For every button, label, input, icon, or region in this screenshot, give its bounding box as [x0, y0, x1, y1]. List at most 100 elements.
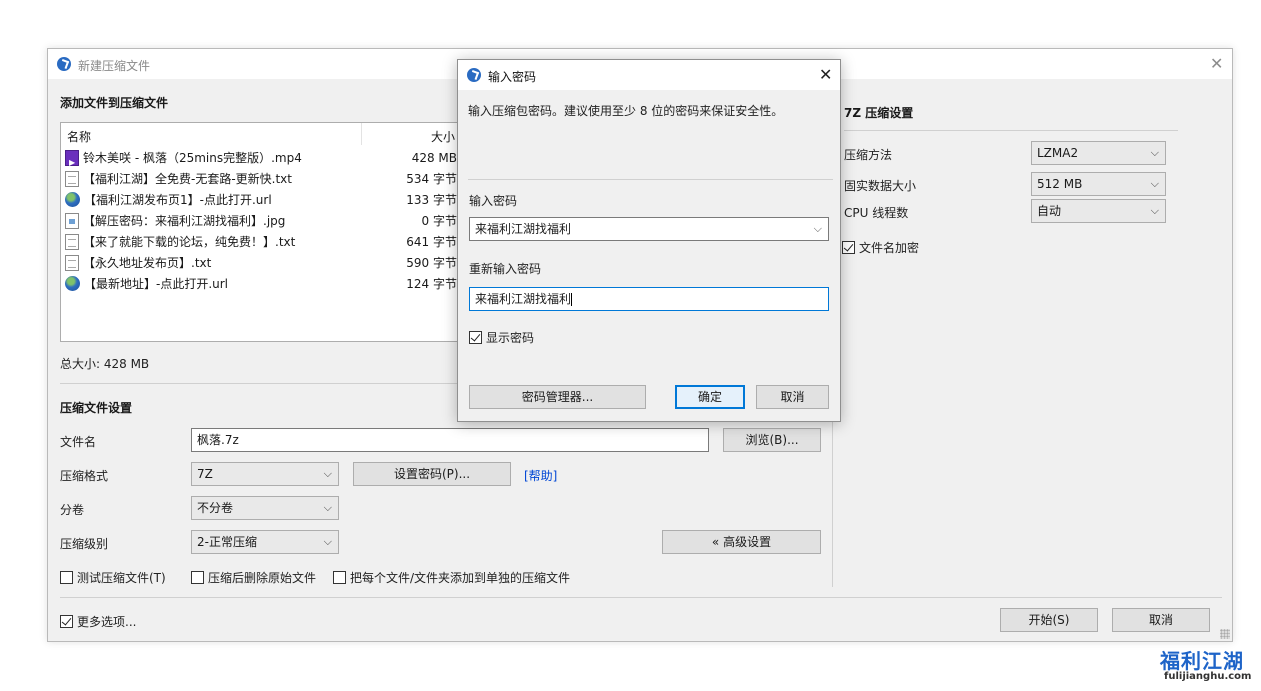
start-button[interactable]: 开始(S) [1000, 608, 1098, 632]
test-archive-label: 测试压缩文件(T) [77, 571, 166, 585]
divider [60, 597, 1222, 598]
main-window-title: 新建压缩文件 [78, 59, 151, 73]
more-options-label: 更多选项... [77, 615, 137, 629]
reenter-password-input[interactable]: 来福利江湖找福利 [469, 287, 829, 311]
method-select[interactable]: LZMA2 ⌵ [1031, 141, 1166, 165]
watermark-logo: 福利江湖 [1160, 645, 1244, 674]
delete-after-option[interactable]: 压缩后删除原始文件 [191, 569, 316, 586]
split-label: 分卷 [60, 503, 85, 517]
chevron-down-icon: ⌵ [323, 501, 332, 514]
filename-label: 文件名 [60, 435, 97, 449]
file-size: 124 字节 [406, 277, 457, 291]
reenter-password-label: 重新输入密码 [469, 262, 542, 276]
password-label: 输入密码 [469, 194, 518, 208]
filename-input[interactable]: 枫落.7z [191, 428, 709, 452]
text-file-icon [65, 254, 79, 271]
text-cursor [571, 293, 573, 306]
file-size: 133 字节 [406, 193, 457, 207]
password-manager-button[interactable]: 密码管理器... [469, 385, 646, 409]
chevron-down-icon: ⌵ [323, 535, 332, 548]
file-name: 【解压密码：来福利江湖找福利】.jpg [83, 214, 286, 228]
close-icon[interactable]: ✕ [1210, 56, 1223, 72]
list-item[interactable]: 【福利江湖】全免费-无套路-更新快.txt 534 字节 [65, 169, 457, 190]
delete-after-checkbox[interactable] [191, 571, 204, 584]
file-name: 【福利江湖】全免费-无套路-更新快.txt [83, 172, 292, 186]
password-input[interactable]: 来福利江湖找福利 ⌵ [469, 217, 829, 241]
test-archive-checkbox[interactable] [60, 571, 73, 584]
file-name: 【福利江湖发布页1】-点此打开.url [84, 193, 272, 207]
test-archive-option[interactable]: 测试压缩文件(T) [60, 569, 166, 586]
split-value: 不分卷 [197, 501, 234, 515]
url-file-icon [65, 276, 80, 291]
file-name: 【永久地址发布页】.txt [83, 256, 212, 270]
list-item[interactable]: 【永久地址发布页】.txt 590 字节 [65, 253, 457, 274]
url-file-icon [65, 192, 80, 207]
dialog-cancel-button[interactable]: 取消 [756, 385, 829, 409]
method-value: LZMA2 [1037, 146, 1079, 160]
chevron-down-icon: ⌵ [1150, 204, 1159, 217]
list-item[interactable]: 【福利江湖发布页1】-点此打开.url 133 字节 [65, 190, 457, 211]
chevron-down-icon: ⌵ [323, 467, 332, 480]
list-item[interactable]: 铃木美咲 - 枫落（25mins完整版）.mp4 428 MB [65, 148, 457, 173]
show-password-label: 显示密码 [486, 331, 535, 345]
show-password-checkbox[interactable] [469, 331, 482, 344]
column-header-name[interactable]: 名称 [67, 128, 91, 145]
encrypt-names-option[interactable]: 文件名加密 [842, 239, 919, 256]
help-link[interactable]: [帮助] [524, 467, 557, 484]
browse-button[interactable]: 浏览(B)... [723, 428, 821, 452]
more-options-option[interactable]: 更多选项... [60, 613, 136, 630]
split-select[interactable]: 不分卷 ⌵ [191, 496, 339, 520]
solid-size-value: 512 MB [1037, 177, 1083, 191]
threads-select[interactable]: 自动 ⌵ [1031, 199, 1166, 223]
sevenz-settings-title: 7Z 压缩设置 [844, 106, 914, 120]
solid-size-label: 固实数据大小 [844, 179, 917, 193]
format-select[interactable]: 7Z ⌵ [191, 462, 339, 486]
file-size: 428 MB [411, 151, 457, 165]
method-label: 压缩方法 [844, 148, 893, 162]
image-file-icon [65, 212, 79, 229]
advanced-settings-button[interactable]: « 高级设置 [662, 530, 821, 554]
total-size: 总大小: 428 MB [60, 357, 150, 371]
more-options-checkbox[interactable] [60, 615, 73, 628]
text-file-icon [65, 170, 79, 187]
list-item[interactable]: 【来了就能下载的论坛，纯免费！】.txt 641 字节 [65, 232, 457, 253]
encrypt-names-label: 文件名加密 [859, 241, 920, 255]
file-size: 641 字节 [406, 235, 457, 249]
divider [844, 130, 1178, 131]
threads-label: CPU 线程数 [844, 206, 909, 220]
list-item[interactable]: 【最新地址】-点此打开.url 124 字节 [65, 274, 457, 295]
watermark-logo-text: 福利江湖 [1160, 649, 1244, 673]
separate-archives-label: 把每个文件/文件夹添加到单独的压缩文件 [350, 571, 571, 585]
watermark-domain: fulijianghu.com [1164, 671, 1252, 682]
chevron-down-icon[interactable]: ⌵ [814, 218, 822, 240]
resize-grip-icon[interactable] [1220, 629, 1230, 639]
level-select[interactable]: 2-正常压缩 ⌵ [191, 530, 339, 554]
cancel-button[interactable]: 取消 [1112, 608, 1210, 632]
dialog-titlebar: 输入密码 ✕ [458, 60, 840, 90]
set-password-button[interactable]: 设置密码(P)... [353, 462, 511, 486]
file-size: 590 字节 [406, 256, 457, 270]
reenter-password-value: 来福利江湖找福利 [475, 292, 572, 306]
chevron-down-icon: ⌵ [1150, 146, 1159, 159]
close-icon[interactable]: ✕ [819, 67, 832, 83]
list-item[interactable]: 【解压密码：来福利江湖找福利】.jpg 0 字节 [65, 211, 457, 232]
encrypt-names-checkbox[interactable] [842, 241, 855, 254]
separate-archives-option[interactable]: 把每个文件/文件夹添加到单独的压缩文件 [333, 569, 570, 586]
delete-after-label: 压缩后删除原始文件 [208, 571, 317, 585]
divider [468, 179, 833, 180]
password-hint: 输入压缩包密码。建议使用至少 8 位的密码来保证安全性。 [468, 104, 784, 118]
format-value: 7Z [197, 467, 213, 481]
threads-value: 自动 [1037, 204, 1062, 218]
file-size: 0 字节 [421, 214, 457, 228]
column-header-size[interactable]: 大小 [431, 128, 455, 145]
text-file-icon [65, 233, 79, 250]
file-list[interactable]: 名称 大小 铃木美咲 - 枫落（25mins完整版）.mp4 428 MB 【福… [60, 122, 460, 342]
solid-size-select[interactable]: 512 MB ⌵ [1031, 172, 1166, 196]
ok-button[interactable]: 确定 [675, 385, 745, 409]
file-name: 【来了就能下载的论坛，纯免费！】.txt [83, 235, 296, 249]
chevron-down-icon: ⌵ [1150, 177, 1159, 190]
separate-archives-checkbox[interactable] [333, 571, 346, 584]
settings-title: 压缩文件设置 [60, 401, 133, 415]
show-password-option[interactable]: 显示密码 [469, 329, 534, 346]
file-name: 【最新地址】-点此打开.url [84, 277, 229, 291]
